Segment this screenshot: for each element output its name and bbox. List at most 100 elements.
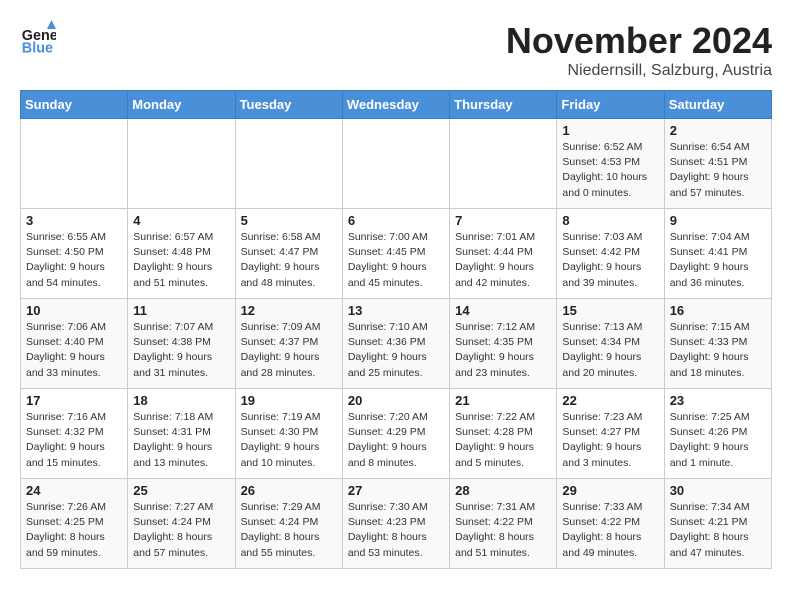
location-subtitle: Niedernsill, Salzburg, Austria <box>506 62 772 80</box>
day-number: 25 <box>133 483 229 498</box>
day-cell: 8 Sunrise: 7:03 AM Sunset: 4:42 PM Daylig… <box>557 209 664 299</box>
day-info: Sunrise: 6:58 AM Sunset: 4:47 PM Dayligh… <box>241 230 337 291</box>
day-number: 9 <box>670 213 766 228</box>
header-wednesday: Wednesday <box>342 91 449 119</box>
day-number: 17 <box>26 393 122 408</box>
day-number: 29 <box>562 483 658 498</box>
day-number: 24 <box>26 483 122 498</box>
day-cell: 12 Sunrise: 7:09 AM Sunset: 4:37 PM Dayli… <box>235 299 342 389</box>
day-info: Sunrise: 7:07 AM Sunset: 4:38 PM Dayligh… <box>133 320 229 381</box>
logo: General Blue <box>20 20 56 56</box>
day-number: 6 <box>348 213 444 228</box>
day-number: 28 <box>455 483 551 498</box>
day-number: 12 <box>241 303 337 318</box>
header-sunday: Sunday <box>21 91 128 119</box>
day-info: Sunrise: 6:54 AM Sunset: 4:51 PM Dayligh… <box>670 140 766 201</box>
day-cell: 18 Sunrise: 7:18 AM Sunset: 4:31 PM Dayli… <box>128 389 235 479</box>
day-info: Sunrise: 7:09 AM Sunset: 4:37 PM Dayligh… <box>241 320 337 381</box>
header-thursday: Thursday <box>450 91 557 119</box>
day-number: 1 <box>562 123 658 138</box>
day-cell <box>342 119 449 209</box>
week-row-5: 24 Sunrise: 7:26 AM Sunset: 4:25 PM Dayli… <box>21 479 772 569</box>
day-cell <box>450 119 557 209</box>
header-friday: Friday <box>557 91 664 119</box>
day-number: 10 <box>26 303 122 318</box>
day-cell: 25 Sunrise: 7:27 AM Sunset: 4:24 PM Dayli… <box>128 479 235 569</box>
day-number: 4 <box>133 213 229 228</box>
day-cell: 6 Sunrise: 7:00 AM Sunset: 4:45 PM Daylig… <box>342 209 449 299</box>
day-number: 22 <box>562 393 658 408</box>
day-info: Sunrise: 7:27 AM Sunset: 4:24 PM Dayligh… <box>133 500 229 561</box>
day-cell: 9 Sunrise: 7:04 AM Sunset: 4:41 PM Daylig… <box>664 209 771 299</box>
day-cell <box>235 119 342 209</box>
day-number: 20 <box>348 393 444 408</box>
calendar-header-row: SundayMondayTuesdayWednesdayThursdayFrid… <box>21 91 772 119</box>
day-cell: 16 Sunrise: 7:15 AM Sunset: 4:33 PM Dayli… <box>664 299 771 389</box>
day-cell: 5 Sunrise: 6:58 AM Sunset: 4:47 PM Daylig… <box>235 209 342 299</box>
day-info: Sunrise: 7:26 AM Sunset: 4:25 PM Dayligh… <box>26 500 122 561</box>
day-cell: 7Sunrise: 7:01 AM Sunset: 4:44 PM Daylig… <box>450 209 557 299</box>
header-tuesday: Tuesday <box>235 91 342 119</box>
day-cell: 17 Sunrise: 7:16 AM Sunset: 4:32 PM Dayli… <box>21 389 128 479</box>
day-info: Sunrise: 6:57 AM Sunset: 4:48 PM Dayligh… <box>133 230 229 291</box>
day-info: Sunrise: 7:16 AM Sunset: 4:32 PM Dayligh… <box>26 410 122 471</box>
day-cell: 23 Sunrise: 7:25 AM Sunset: 4:26 PM Dayli… <box>664 389 771 479</box>
day-cell: 11 Sunrise: 7:07 AM Sunset: 4:38 PM Dayli… <box>128 299 235 389</box>
day-info: Sunrise: 7:22 AM Sunset: 4:28 PM Dayligh… <box>455 410 551 471</box>
day-info: Sunrise: 7:18 AM Sunset: 4:31 PM Dayligh… <box>133 410 229 471</box>
day-number: 13 <box>348 303 444 318</box>
day-number: 8 <box>562 213 658 228</box>
week-row-2: 3 Sunrise: 6:55 AM Sunset: 4:50 PM Daylig… <box>21 209 772 299</box>
day-number: 2 <box>670 123 766 138</box>
day-info: Sunrise: 7:00 AM Sunset: 4:45 PM Dayligh… <box>348 230 444 291</box>
week-row-3: 10 Sunrise: 7:06 AM Sunset: 4:40 PM Dayli… <box>21 299 772 389</box>
day-number: 18 <box>133 393 229 408</box>
day-cell: 24 Sunrise: 7:26 AM Sunset: 4:25 PM Dayli… <box>21 479 128 569</box>
day-cell: 1 Sunrise: 6:52 AM Sunset: 4:53 PM Daylig… <box>557 119 664 209</box>
day-number: 11 <box>133 303 229 318</box>
day-cell: 22 Sunrise: 7:23 AM Sunset: 4:27 PM Dayli… <box>557 389 664 479</box>
day-info: Sunrise: 7:03 AM Sunset: 4:42 PM Dayligh… <box>562 230 658 291</box>
day-info: Sunrise: 7:15 AM Sunset: 4:33 PM Dayligh… <box>670 320 766 381</box>
day-info: Sunrise: 7:23 AM Sunset: 4:27 PM Dayligh… <box>562 410 658 471</box>
day-info: Sunrise: 7:04 AM Sunset: 4:41 PM Dayligh… <box>670 230 766 291</box>
calendar-table: SundayMondayTuesdayWednesdayThursdayFrid… <box>20 90 772 569</box>
day-info: Sunrise: 6:52 AM Sunset: 4:53 PM Dayligh… <box>562 140 658 201</box>
day-number: 14 <box>455 303 551 318</box>
header-saturday: Saturday <box>664 91 771 119</box>
month-title: November 2024 <box>506 20 772 62</box>
svg-text:Blue: Blue <box>22 40 53 56</box>
day-number: 16 <box>670 303 766 318</box>
day-number: 27 <box>348 483 444 498</box>
day-cell: 28 Sunrise: 7:31 AM Sunset: 4:22 PM Dayli… <box>450 479 557 569</box>
day-info: Sunrise: 7:25 AM Sunset: 4:26 PM Dayligh… <box>670 410 766 471</box>
day-cell: 30 Sunrise: 7:34 AM Sunset: 4:21 PM Dayli… <box>664 479 771 569</box>
day-cell: 13 Sunrise: 7:10 AM Sunset: 4:36 PM Dayli… <box>342 299 449 389</box>
day-info: Sunrise: 7:31 AM Sunset: 4:22 PM Dayligh… <box>455 500 551 561</box>
title-block: November 2024 Niedernsill, Salzburg, Aus… <box>506 20 772 80</box>
day-cell: 14Sunrise: 7:12 AM Sunset: 4:35 PM Dayli… <box>450 299 557 389</box>
day-number: 30 <box>670 483 766 498</box>
day-number: 3 <box>26 213 122 228</box>
day-cell: 21 Sunrise: 7:22 AM Sunset: 4:28 PM Dayli… <box>450 389 557 479</box>
day-info: Sunrise: 7:10 AM Sunset: 4:36 PM Dayligh… <box>348 320 444 381</box>
day-info: Sunrise: 7:13 AM Sunset: 4:34 PM Dayligh… <box>562 320 658 381</box>
day-number: 5 <box>241 213 337 228</box>
day-cell: 29Sunrise: 7:33 AM Sunset: 4:22 PM Dayli… <box>557 479 664 569</box>
day-info: Sunrise: 7:29 AM Sunset: 4:24 PM Dayligh… <box>241 500 337 561</box>
day-info: Sunrise: 7:01 AM Sunset: 4:44 PM Dayligh… <box>455 230 551 291</box>
day-cell: 26Sunrise: 7:29 AM Sunset: 4:24 PM Dayli… <box>235 479 342 569</box>
day-cell: 4 Sunrise: 6:57 AM Sunset: 4:48 PM Daylig… <box>128 209 235 299</box>
day-cell <box>21 119 128 209</box>
day-number: 23 <box>670 393 766 408</box>
day-info: Sunrise: 7:34 AM Sunset: 4:21 PM Dayligh… <box>670 500 766 561</box>
day-info: Sunrise: 7:20 AM Sunset: 4:29 PM Dayligh… <box>348 410 444 471</box>
day-number: 21 <box>455 393 551 408</box>
day-cell: 15Sunrise: 7:13 AM Sunset: 4:34 PM Dayli… <box>557 299 664 389</box>
day-cell: 19Sunrise: 7:19 AM Sunset: 4:30 PM Dayli… <box>235 389 342 479</box>
day-info: Sunrise: 7:06 AM Sunset: 4:40 PM Dayligh… <box>26 320 122 381</box>
day-cell: 3 Sunrise: 6:55 AM Sunset: 4:50 PM Daylig… <box>21 209 128 299</box>
day-cell <box>128 119 235 209</box>
day-info: Sunrise: 6:55 AM Sunset: 4:50 PM Dayligh… <box>26 230 122 291</box>
day-cell: 27Sunrise: 7:30 AM Sunset: 4:23 PM Dayli… <box>342 479 449 569</box>
